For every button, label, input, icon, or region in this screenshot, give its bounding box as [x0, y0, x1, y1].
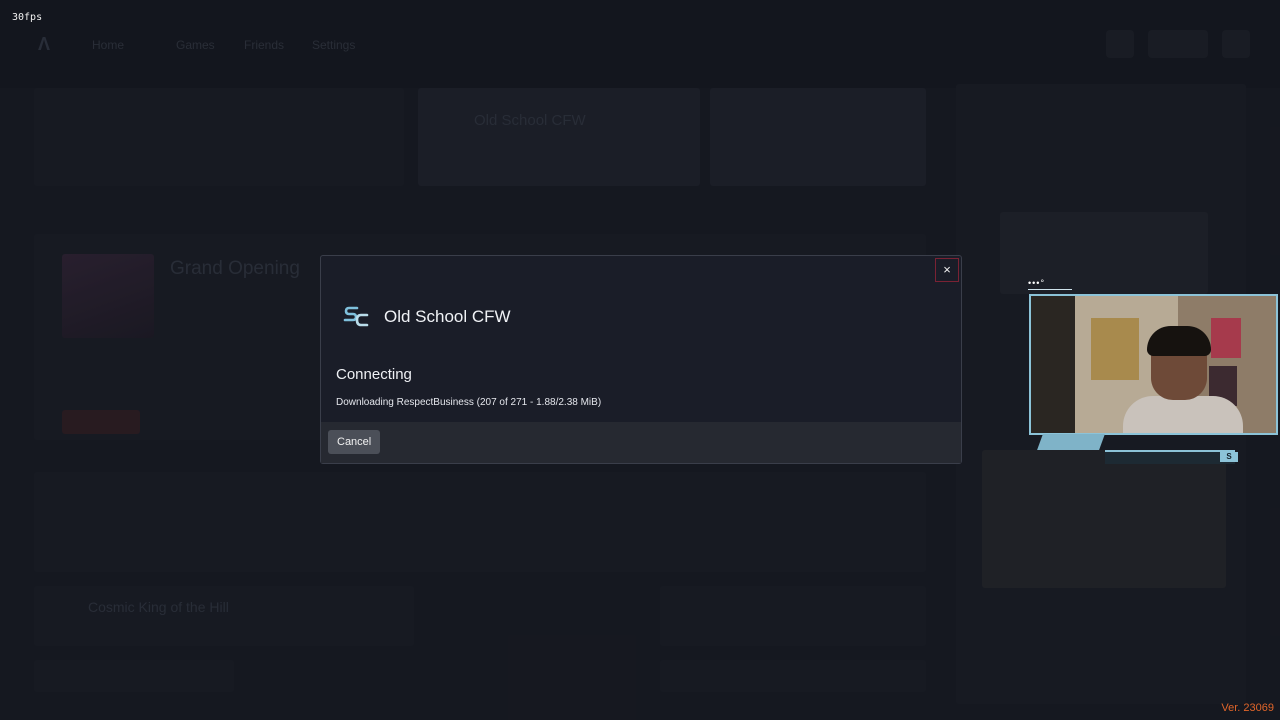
webcam-label: •••°: [1028, 278, 1046, 288]
dialog-footer: Cancel: [321, 422, 961, 463]
webcam-label-underline: [1028, 289, 1072, 290]
download-progress-text: Downloading RespectBusiness (207 of 271 …: [336, 397, 602, 408]
connection-status: Connecting: [336, 366, 412, 383]
version-label: Ver. 23069: [1221, 702, 1274, 714]
webcam-badge: S: [1220, 452, 1238, 462]
connecting-dialog: × Old School CFW Connecting Downloading …: [320, 255, 962, 464]
cancel-button[interactable]: Cancel: [328, 430, 381, 454]
server-name: Old School CFW: [384, 307, 511, 326]
close-button[interactable]: ×: [935, 258, 959, 282]
webcam-feed: [1029, 294, 1278, 435]
server-logo-icon: [343, 306, 369, 327]
fps-counter: 30fps: [12, 12, 43, 23]
webcam-frame-base: S: [1030, 434, 1278, 464]
